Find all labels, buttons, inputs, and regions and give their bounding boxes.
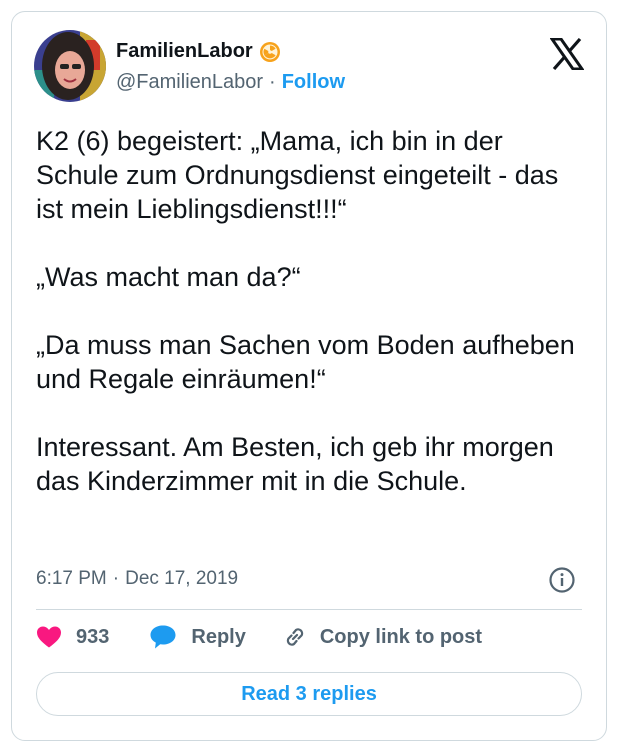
divider: [36, 609, 582, 610]
tweet-card: FamilienLabor @FamilienLabor · Follow K2…: [11, 11, 607, 741]
timestamp-separator: ·: [112, 568, 120, 589]
tweet-text: K2 (6) begeistert: „Mama, ich bin in der…: [36, 126, 575, 496]
avatar[interactable]: [34, 30, 106, 102]
author-name-row: FamilienLabor: [116, 40, 281, 63]
read-replies-button[interactable]: Read 3 replies: [36, 672, 582, 716]
tweet-date: Dec 17, 2019: [125, 568, 239, 589]
tweet-timestamp[interactable]: 6:17 PM · Dec 17, 2019: [36, 568, 238, 590]
author-handle[interactable]: @FamilienLabor: [116, 71, 263, 94]
copy-link-button[interactable]: Copy link to post: [282, 624, 482, 650]
radioactive-badge-icon: [259, 41, 281, 63]
info-icon[interactable]: [548, 566, 576, 594]
reply-button[interactable]: Reply: [149, 624, 246, 650]
heart-icon: [37, 626, 61, 648]
link-icon: [286, 628, 303, 646]
tweet-time: 6:17 PM: [36, 568, 107, 589]
like-button[interactable]: 933: [36, 625, 109, 649]
speech-bubble-icon: [150, 625, 176, 649]
like-count: 933: [76, 625, 110, 648]
read-replies-label: Read 3 replies: [241, 682, 377, 705]
avatar-image: [34, 30, 106, 102]
copy-link-label: Copy link to post: [319, 625, 483, 648]
reply-label: Reply: [191, 625, 246, 648]
handle-separator: ·: [269, 71, 276, 93]
follow-button[interactable]: Follow: [282, 71, 345, 94]
display-name[interactable]: FamilienLabor: [116, 40, 253, 63]
action-bar: 933 Reply Copy link to post: [36, 624, 482, 650]
handle-row: @FamilienLabor · Follow: [116, 71, 345, 94]
x-logo-icon[interactable]: [549, 37, 585, 71]
